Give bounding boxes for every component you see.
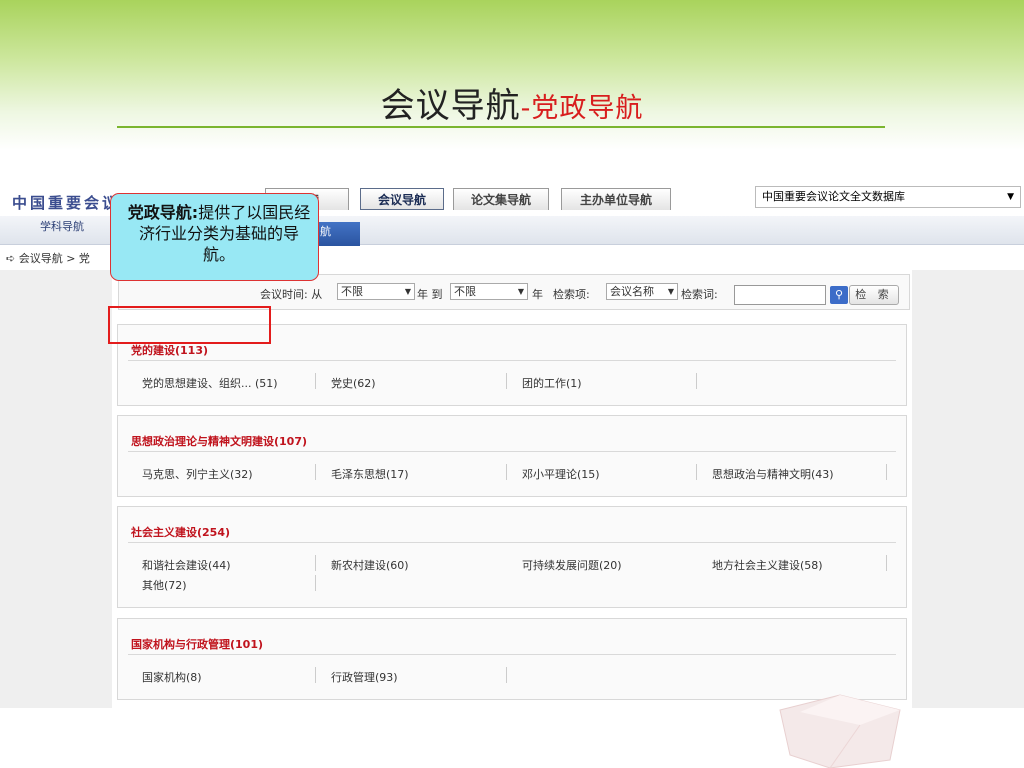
- field-value: 会议名称: [610, 285, 654, 298]
- category-item[interactable]: 思想政治与精神文明(43): [712, 466, 834, 482]
- tab-proceedings-nav[interactable]: 论文集导航: [453, 188, 549, 210]
- category-item[interactable]: 和谐社会建设(44): [142, 557, 231, 573]
- category-item[interactable]: 新农村建设(60): [331, 557, 409, 573]
- category-item[interactable]: 党史(62): [331, 375, 376, 391]
- category-title[interactable]: 党的建设(113): [131, 342, 208, 358]
- slide-title-dash: -: [520, 93, 532, 124]
- item-separator: [506, 373, 507, 389]
- category-divider: [128, 451, 896, 452]
- time-label: 会议时间: 从: [260, 288, 323, 301]
- arrow-right-icon: ➪: [6, 252, 19, 265]
- item-separator: [506, 464, 507, 480]
- category-title[interactable]: 思想政治理论与精神文明建设(107): [131, 433, 307, 449]
- chevron-down-icon: ▼: [404, 287, 411, 296]
- highlight-box: [108, 306, 271, 344]
- tab-organizer-nav[interactable]: 主办单位导航: [561, 188, 671, 210]
- to-year-select[interactable]: 不限 ▼: [450, 283, 528, 300]
- breadcrumb: ➪ 会议导航 > 党: [6, 250, 90, 266]
- category-item[interactable]: 行政管理(93): [331, 669, 398, 685]
- subnav-party-active[interactable]: 航: [318, 222, 360, 246]
- category-divider: [128, 654, 896, 655]
- field-select[interactable]: 会议名称 ▼: [606, 283, 678, 300]
- category-item[interactable]: 可持续发展问题(20): [522, 557, 622, 573]
- callout-bold: 党政导航:: [127, 203, 199, 222]
- to-label: 年 到: [417, 288, 443, 301]
- keyword-input[interactable]: [734, 285, 826, 305]
- category-divider: [128, 360, 896, 361]
- year-label: 年: [532, 288, 543, 301]
- category-title[interactable]: 社会主义建设(254): [131, 524, 230, 540]
- item-separator: [886, 555, 887, 571]
- item-separator: [315, 555, 316, 571]
- slide-title-main: 会议导航: [380, 86, 521, 126]
- slide-title: 会议导航-党政导航: [0, 78, 1024, 127]
- category-item[interactable]: 国家机构(8): [142, 669, 202, 685]
- breadcrumb-text[interactable]: 会议导航 > 党: [19, 252, 90, 265]
- item-separator: [315, 667, 316, 683]
- category-title[interactable]: 国家机构与行政管理(101): [131, 636, 263, 652]
- chevron-down-icon: ▼: [517, 287, 524, 296]
- from-year-select[interactable]: 不限 ▼: [337, 283, 415, 300]
- category-block: 社会主义建设(254) 和谐社会建设(44) 新农村建设(60) 可持续发展问题…: [117, 506, 907, 608]
- callout-bubble: 党政导航:提供了以国民经济行业分类为基础的导航。: [110, 193, 319, 281]
- category-item[interactable]: 毛泽东思想(17): [331, 466, 409, 482]
- item-separator: [315, 464, 316, 480]
- search-icon[interactable]: ⚲: [830, 286, 848, 304]
- field-label: 检索项:: [553, 288, 590, 301]
- category-item[interactable]: 其他(72): [142, 577, 187, 593]
- item-separator: [886, 464, 887, 480]
- logo-watermark-icon: [779, 694, 901, 768]
- callout-text: 党政导航:提供了以国民经济行业分类为基础的导航。: [124, 202, 314, 265]
- to-year-value: 不限: [454, 285, 476, 298]
- tab-organizer-nav-label: 主办单位导航: [579, 193, 652, 207]
- category-item[interactable]: 党的思想建设、组织... (51): [142, 375, 278, 391]
- tab-conference-nav[interactable]: 会议导航: [360, 188, 444, 210]
- category-block: 思想政治理论与精神文明建设(107) 马克思、列宁主义(32) 毛泽东思想(17…: [117, 415, 907, 497]
- category-item[interactable]: 马克思、列宁主义(32): [142, 466, 253, 482]
- tab-conference-nav-label: 会议导航: [377, 193, 426, 207]
- title-underline: [117, 126, 885, 128]
- category-item[interactable]: 团的工作(1): [522, 375, 582, 391]
- item-separator: [315, 575, 316, 591]
- database-select-value: 中国重要会议论文全文数据库: [762, 190, 905, 203]
- tab-proceedings-nav-label: 论文集导航: [470, 193, 531, 207]
- from-year-value: 不限: [341, 285, 363, 298]
- slide-title-sub: 党政导航: [531, 93, 644, 124]
- database-select[interactable]: 中国重要会议论文全文数据库 ▼: [755, 186, 1021, 208]
- item-separator: [696, 464, 697, 480]
- subnav-subject[interactable]: 学科导航: [40, 218, 84, 234]
- chevron-down-icon: ▼: [667, 287, 674, 296]
- category-item[interactable]: 地方社会主义建设(58): [712, 557, 823, 573]
- category-divider: [128, 542, 896, 543]
- item-separator: [696, 373, 697, 389]
- app-brand: 中国重要会议: [12, 194, 121, 212]
- keyword-label: 检索词:: [681, 288, 718, 301]
- item-separator: [506, 667, 507, 683]
- item-separator: [315, 373, 316, 389]
- category-item[interactable]: 邓小平理论(15): [522, 466, 600, 482]
- category-block: 国家机构与行政管理(101) 国家机构(8) 行政管理(93): [117, 618, 907, 700]
- chevron-down-icon: ▼: [1007, 192, 1014, 202]
- search-button[interactable]: 检 索: [849, 285, 899, 305]
